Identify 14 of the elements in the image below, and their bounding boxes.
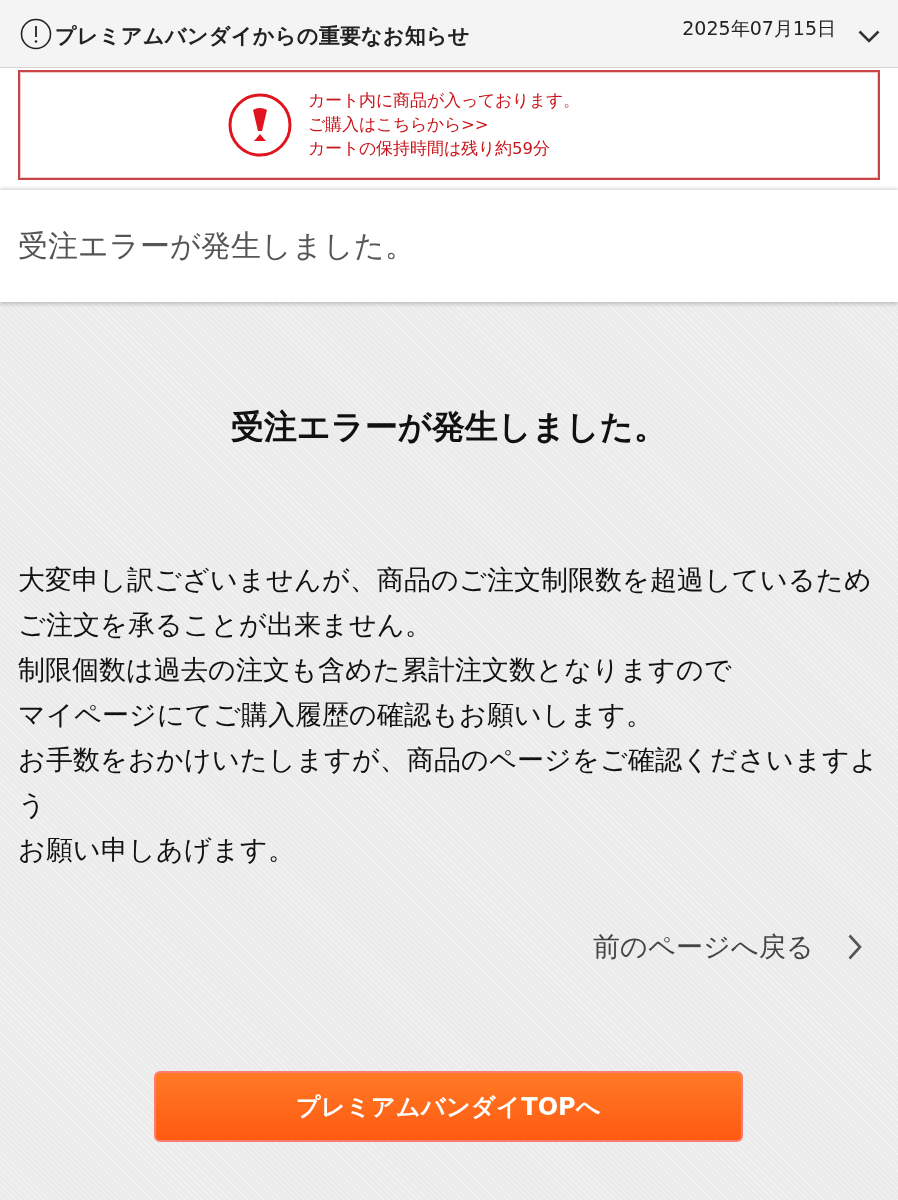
error-message: 大変申し訳ございませんが、商品のご注文制限数を超過しているため ご注文を承ることが出来ません。 制限個数は過去の注文も含めた累計注文数となりますので マイページにてご購入履歴の確認もお願いします。 お手数をおかけいたしますが、商品のページをご確認くださいますよう お願い申しあげます。 [18,563,879,867]
cart-alert-text: カート内に商品が入っております。 [308,90,580,112]
chevron-right-icon[interactable] [848,934,862,960]
page-title: 受注エラーが発生しました。 [18,226,415,265]
cart-purchase-link[interactable]: ご購入はこちらから>> [308,113,489,137]
exclamation-circle-icon [228,93,292,157]
cart-hold-time: カートの保持時間は残り約59分 [308,138,550,160]
back-link[interactable]: 前のページへ戻る [593,929,814,965]
error-heading: 受注エラーが発生しました。 [231,407,667,446]
chevron-down-icon[interactable] [858,30,880,43]
exclamation-circle-icon [20,17,52,50]
notice-bar[interactable]: プレミアムバンダイからの重要なお知らせ 2025年07月15日 [0,0,898,68]
notice-date: 2025年07月15日 [682,16,836,41]
notice-title: プレミアムバンダイからの重要なお知らせ [55,22,470,50]
